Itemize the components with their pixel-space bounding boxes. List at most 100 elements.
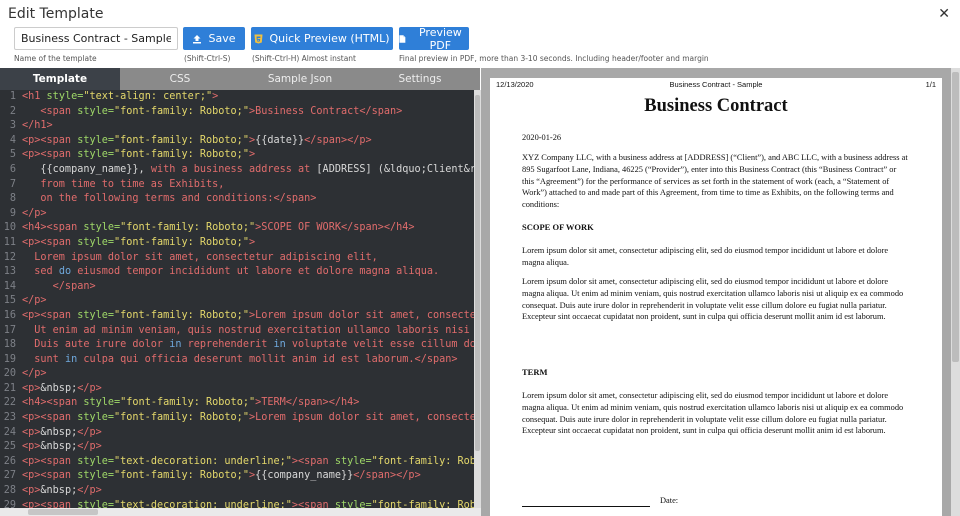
code-token: style= xyxy=(77,412,115,424)
close-icon[interactable]: ✕ xyxy=(938,6,950,22)
save-button[interactable]: Save xyxy=(183,27,245,50)
editor-horizontal-scroll-thumb[interactable] xyxy=(28,509,98,515)
code-token: style= xyxy=(77,470,115,482)
code-token: ><span xyxy=(291,455,335,467)
document-title: Business Contract xyxy=(644,96,788,116)
term-heading: TERM xyxy=(522,367,548,377)
code-line[interactable]: 27 <p><span style="font-family: Roboto;">… xyxy=(0,469,474,484)
line-number: 26 xyxy=(3,455,16,467)
preview-pdf-hint: Final preview in PDF, more than 3-10 sec… xyxy=(399,54,709,63)
editor-vertical-scroll-thumb[interactable] xyxy=(475,95,480,451)
line-number: 27 xyxy=(3,470,16,482)
code-line[interactable]: 7 from time to time as Exhibits, xyxy=(0,178,474,193)
preview-pdf-button-label: Preview PDF xyxy=(418,25,462,52)
code-line[interactable]: 12 Lorem ipsum dolor sit amet, consectet… xyxy=(0,251,474,266)
scope-paragraph-1: Lorem ipsum dolor sit amet, consectetur … xyxy=(522,246,889,267)
code-line[interactable]: 22 <h4><span style="font-family: Roboto;"… xyxy=(0,396,474,411)
tab-css[interactable]: CSS xyxy=(120,68,240,90)
code-token: "font-family: Roboto;" xyxy=(114,412,249,424)
code-token: "font-family: Roboto;" xyxy=(114,105,249,117)
code-text: </p> xyxy=(22,294,47,309)
code-line[interactable]: 20 </p> xyxy=(0,367,474,382)
code-line[interactable]: 19 sunt in culpa qui officia deserunt mo… xyxy=(0,353,474,368)
tab-settings[interactable]: Settings xyxy=(360,68,480,90)
code-line[interactable]: 5 <p><span style="font-family: Roboto;"> xyxy=(0,148,474,163)
preview-vertical-scroll-thumb[interactable] xyxy=(952,72,959,362)
line-number: 12 xyxy=(3,251,16,263)
code-token: reprehenderit xyxy=(181,339,274,351)
code-line[interactable]: 18 Duis aute irure dolor in reprehenderi… xyxy=(0,338,474,353)
code-token: <h4><span xyxy=(22,222,84,234)
code-editor[interactable]: 1 <h1 style="text-align: center;"> 2 <span… xyxy=(0,90,474,508)
preview-pdf-button[interactable]: Preview PDF xyxy=(399,25,469,52)
page-header-title: Business Contract - Sample xyxy=(669,80,763,89)
code-token: </p> xyxy=(22,207,47,219)
code-line[interactable]: 11 <p><span style="font-family: Roboto;"> xyxy=(0,236,474,251)
line-number: 9 xyxy=(9,207,16,219)
code-token: <p><span xyxy=(22,134,78,146)
code-token: style= xyxy=(46,91,84,102)
code-text: <h1 style="text-align: center;"> xyxy=(22,90,218,105)
code-line[interactable]: 28 <p>&nbsp;</p> xyxy=(0,484,474,499)
code-line[interactable]: 25 <p>&nbsp;</p> xyxy=(0,440,474,455)
code-token: style= xyxy=(77,455,115,467)
code-line[interactable]: 21 <p>&nbsp;</p> xyxy=(0,382,474,397)
code-token: "font-family: Roboto;" xyxy=(114,149,249,161)
code-text: <p><span style="text-decoration: underli… xyxy=(22,455,474,470)
code-token: > xyxy=(248,236,256,248)
code-token: culpa qui officia deserunt mollit anim i… xyxy=(77,353,458,365)
code-token: in xyxy=(64,353,78,365)
code-line[interactable]: 9 </p> xyxy=(0,207,474,222)
code-token: </p> xyxy=(22,295,47,307)
code-line[interactable]: 29 <p><span style="text-decoration: under… xyxy=(0,499,474,508)
line-number: 6 xyxy=(9,163,16,175)
code-text: Ut enim ad minim veniam, quis nostrud ex… xyxy=(22,324,474,339)
tab-sample-json[interactable]: Sample Json xyxy=(240,68,360,90)
code-token: <p><span xyxy=(22,412,78,424)
code-line[interactable]: 15 </p> xyxy=(0,294,474,309)
code-token: > xyxy=(248,149,256,161)
code-line[interactable]: 1 <h1 style="text-align: center;"> xyxy=(0,90,474,105)
code-line[interactable]: 23 <p><span style="font-family: Roboto;">… xyxy=(0,411,474,426)
line-number: 5 xyxy=(9,149,16,161)
code-line[interactable]: 2 <span style="font-family: Roboto;">Bus… xyxy=(0,105,474,120)
code-text: </p> xyxy=(22,207,47,222)
code-line[interactable]: 6 {{company_name}}, with a business addr… xyxy=(0,163,474,178)
code-token: &nbsp; xyxy=(40,382,78,394)
code-token: on the following terms and conditions:</… xyxy=(22,193,317,205)
code-text: <h4><span style="font-family: Roboto;">T… xyxy=(22,396,359,411)
quick-preview-button[interactable]: Quick Preview (HTML) xyxy=(251,27,393,50)
code-text: <p><span style="font-family: Roboto;"> xyxy=(22,148,255,163)
signature-line xyxy=(522,506,650,507)
tab-template[interactable]: Template xyxy=(0,68,120,90)
code-token: "text-decoration: underline;" xyxy=(114,499,292,508)
code-token: {{date}} xyxy=(255,134,305,146)
code-text: sunt in culpa qui officia deserunt molli… xyxy=(22,353,458,368)
code-token: </span> xyxy=(22,280,96,292)
code-line[interactable]: 14 </span> xyxy=(0,280,474,295)
code-line[interactable]: 4 <p><span style="font-family: Roboto;">{… xyxy=(0,134,474,149)
code-token: > xyxy=(212,91,219,102)
window-titlebar: Edit Template ✕ xyxy=(0,0,960,28)
code-text: <p><span style="font-family: Roboto;">Lo… xyxy=(22,309,474,324)
code-text: <p><span style="font-family: Roboto;"> xyxy=(22,236,255,251)
code-token: "font-family: Roboto;" xyxy=(114,134,249,146)
code-line[interactable]: 16 <p><span style="font-family: Roboto;">… xyxy=(0,309,474,324)
code-token: "font-family: Roboto;" xyxy=(120,222,256,234)
code-line[interactable]: 8 on the following terms and conditions:… xyxy=(0,192,474,207)
code-token: "font-family: Roboto;" xyxy=(114,236,249,248)
code-line[interactable]: 13 sed do eiusmod tempor incididunt ut l… xyxy=(0,265,474,280)
code-token: sunt xyxy=(22,353,65,365)
template-name-input[interactable] xyxy=(14,27,178,50)
code-token: </span></p> xyxy=(353,470,421,482)
code-token: </p> xyxy=(22,368,47,380)
code-line[interactable]: 3 </h1> xyxy=(0,119,474,134)
code-line[interactable]: 10 <h4><span style="font-family: Roboto;"… xyxy=(0,221,474,236)
save-hint: (Shift-Ctrl-S) xyxy=(184,54,231,63)
code-text: Duis aute irure dolor in reprehenderit i… xyxy=(22,338,474,353)
code-line[interactable]: 26 <p><span style="text-decoration: under… xyxy=(0,455,474,470)
code-line[interactable]: 17 Ut enim ad minim veniam, quis nostrud… xyxy=(0,324,474,339)
code-line[interactable]: 24 <p>&nbsp;</p> xyxy=(0,426,474,441)
code-token: >Lorem ipsum dolor sit amet, consectetur xyxy=(248,309,474,321)
line-number: 21 xyxy=(3,382,16,394)
